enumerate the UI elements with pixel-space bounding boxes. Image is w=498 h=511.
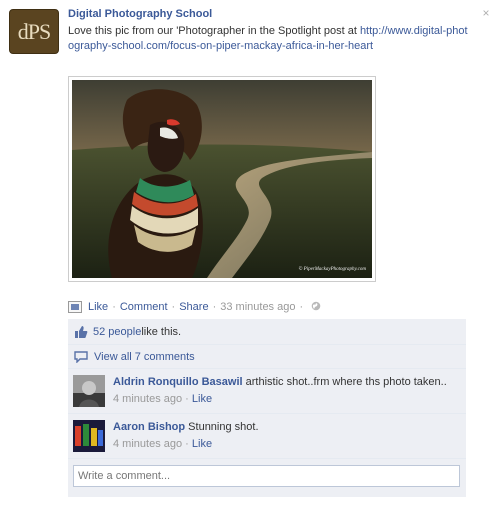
write-comment-row [68, 459, 466, 497]
post-actions-bar: Like · Comment · Share · 33 minutes ago … [68, 300, 321, 314]
separator-dot: · [112, 301, 116, 313]
photo-illustration [72, 80, 372, 278]
like-app-icon [68, 301, 82, 313]
thumbs-up-icon [74, 325, 88, 339]
speech-bubble-icon [74, 350, 88, 364]
likes-count-link[interactable]: 52 people [93, 326, 141, 338]
post-author-name[interactable]: Digital Photography School [68, 8, 212, 20]
comment-timestamp[interactable]: 4 minutes ago [113, 438, 182, 450]
likes-suffix-text: like this. [141, 325, 182, 338]
comment-meta: 4 minutes ago · Like [113, 437, 259, 452]
comment-author-avatar[interactable] [73, 375, 105, 407]
photo-credit: © PiperMackayPhotography.com [298, 267, 366, 272]
comment-text: Stunning shot. [185, 421, 259, 433]
comment-meta: 4 minutes ago · Like [113, 392, 447, 407]
view-all-comments-link[interactable]: View all 7 comments [94, 351, 195, 363]
separator-dot: · [185, 438, 192, 450]
post-message-text: Love this pic from our 'Photographer in … [68, 25, 360, 37]
like-link[interactable]: Like [88, 301, 108, 313]
post-message: Love this pic from our 'Photographer in … [68, 24, 473, 54]
separator-dot: · [171, 301, 176, 313]
view-all-comments-row[interactable]: View all 7 comments [68, 345, 466, 369]
comment-like-link[interactable]: Like [192, 438, 212, 450]
comment-item: Aldrin Ronquillo Basawil arthistic shot.… [68, 369, 466, 414]
comment-text: arthistic shot..frm where ths photo take… [242, 376, 447, 388]
separator-dot: · [212, 301, 217, 313]
feedback-panel: 52 people like this. View all 7 comments… [68, 319, 466, 497]
globe-icon [311, 301, 321, 314]
comment-content: Aaron Bishop Stunning shot. 4 minutes ag… [113, 420, 259, 452]
comment-author-avatar[interactable] [73, 420, 105, 452]
comment-item: Aaron Bishop Stunning shot. 4 minutes ag… [68, 414, 466, 459]
comment-like-link[interactable]: Like [192, 393, 212, 405]
comment-timestamp[interactable]: 4 minutes ago [113, 393, 182, 405]
post-timestamp[interactable]: 33 minutes ago [220, 301, 295, 313]
likes-summary: 52 people like this. [68, 319, 466, 345]
photo-image[interactable]: © PiperMackayPhotography.com [72, 80, 372, 278]
avatar-logo-text: dPS [17, 18, 51, 44]
post-photo[interactable]: © PiperMackayPhotography.com [68, 76, 376, 282]
comment-author-name[interactable]: Aldrin Ronquillo Basawil [113, 376, 243, 388]
separator-dot: · [299, 301, 304, 313]
write-comment-input[interactable] [73, 465, 460, 487]
comment-content: Aldrin Ronquillo Basawil arthistic shot.… [113, 375, 447, 407]
share-link[interactable]: Share [179, 301, 208, 313]
comment-author-name[interactable]: Aaron Bishop [113, 421, 185, 433]
comment-link[interactable]: Comment [120, 301, 168, 313]
close-icon[interactable]: × [480, 7, 492, 19]
page-avatar[interactable]: dPS [9, 9, 59, 54]
separator-dot: · [185, 393, 192, 405]
